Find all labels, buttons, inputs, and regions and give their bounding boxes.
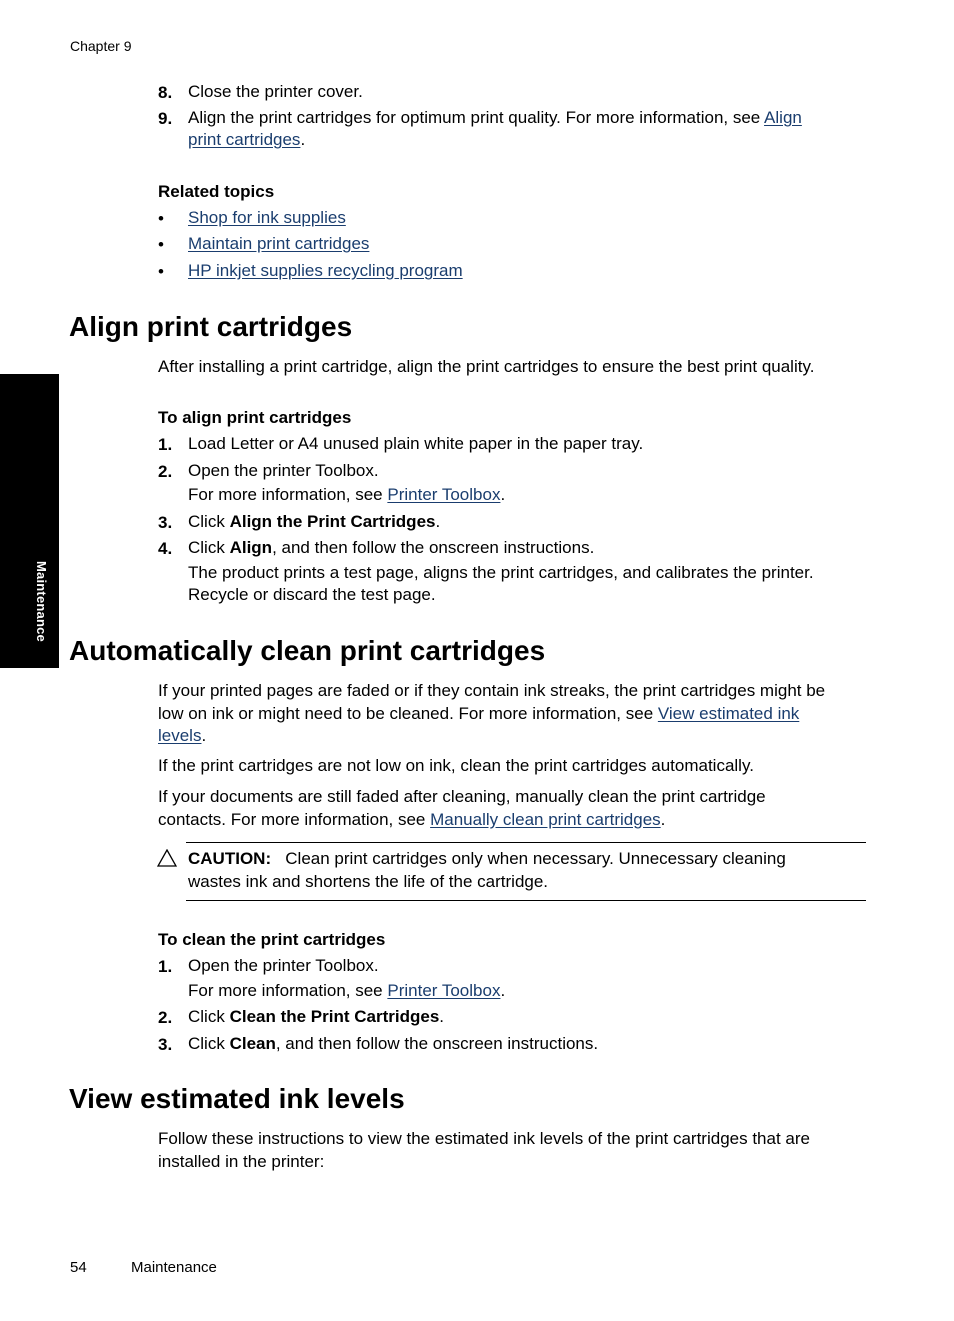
step-text: Open the printer Toolbox.: [188, 461, 379, 480]
step-number: 3.: [158, 513, 173, 532]
step-number: 9.: [158, 109, 173, 128]
more-info-prefix: For more information, see: [188, 981, 388, 1000]
bullet: •: [158, 262, 164, 281]
step-text: Align the print cartridges for optimum p…: [188, 107, 878, 151]
align-link[interactable]: Align: [764, 108, 802, 127]
punct: .: [300, 130, 306, 149]
text: installed in the printer:: [158, 1151, 325, 1171]
warning-triangle-icon: [157, 849, 177, 867]
step-note: The product prints a test page, aligns t…: [188, 563, 814, 582]
text: If your printed pages are faded or if th…: [158, 681, 826, 700]
step-text: Load Letter or A4 unused plain white pap…: [188, 434, 644, 453]
chapter-header: Chapter 9: [70, 38, 132, 54]
text: contacts. For more information, see: [158, 809, 431, 829]
related-link-shop[interactable]: Shop for ink supplies: [188, 207, 346, 229]
section-title-align: Align print cartridges: [69, 311, 353, 342]
related-topics-heading: Related topics: [158, 182, 275, 201]
section-title-autoclean: Automatically clean print cartridges: [69, 635, 546, 666]
punct: .: [500, 485, 506, 504]
autoclean-p1: If your printed pages are faded or if th…: [158, 680, 873, 748]
step-pre: Click: [188, 538, 230, 557]
printer-toolbox-link[interactable]: Printer Toolbox: [387, 485, 500, 504]
step-text: Open the printer Toolbox.: [188, 956, 379, 975]
caution-label: CAUTION:: [188, 849, 272, 868]
view-ink-levels-link[interactable]: View estimated ink: [658, 704, 799, 723]
step-number: 4.: [158, 539, 173, 558]
step-number: 2.: [158, 462, 173, 481]
caution-line1: CAUTION: Clean print cartridges only whe…: [188, 848, 786, 870]
step-post: .: [439, 1007, 445, 1026]
bullet: •: [158, 235, 164, 254]
clean-subheading: To clean the print cartridges: [158, 930, 386, 949]
step-pre: Click: [188, 512, 230, 531]
caution-top-rule: [186, 842, 866, 843]
page-number: 54: [70, 1259, 87, 1276]
text: If your documents are still faded after …: [158, 787, 766, 806]
step-text: Click Align, and then follow the onscree…: [188, 537, 594, 559]
footer-section: Maintenance: [131, 1259, 217, 1276]
side-tab-label: Maintenance: [34, 561, 49, 642]
step-number: 3.: [158, 1035, 173, 1054]
step-text: Click Align the Print Cartridges.: [188, 511, 440, 533]
ui-label: Clean the Print Cartridges: [229, 1007, 440, 1026]
ui-label: Clean: [229, 1034, 276, 1053]
step-post: , and then follow the onscreen instructi…: [275, 1034, 599, 1053]
bullet: •: [158, 209, 164, 228]
related-link-recycling[interactable]: HP inkjet supplies recycling program: [188, 260, 463, 282]
related-link-maintain[interactable]: Maintain print cartridges: [188, 233, 369, 255]
align-subheading: To align print cartridges: [158, 408, 352, 427]
step-post: , and then follow the onscreen instructi…: [272, 538, 595, 557]
step-post: .: [435, 512, 441, 531]
step-text: Click Clean the Print Cartridges.: [188, 1006, 444, 1028]
more-info-prefix: For more information, see: [188, 485, 388, 504]
ui-label: Align the Print Cartridges: [229, 512, 436, 531]
section-title-ink-levels: View estimated ink levels: [69, 1083, 405, 1114]
step-more-info: For more information, see Printer Toolbo…: [188, 484, 505, 506]
caution-bottom-rule: [186, 900, 866, 901]
autoclean-p2: If the print cartridges are not low on i…: [158, 756, 754, 775]
step-note: Recycle or discard the test page.: [188, 585, 436, 604]
section-side-tab: [0, 374, 59, 668]
caution-line2: wastes ink and shortens the life of the …: [188, 872, 549, 891]
punct: .: [660, 809, 666, 829]
ink-levels-intro: Follow these instructions to view the es…: [158, 1128, 873, 1173]
step-more-info: For more information, see Printer Toolbo…: [188, 980, 505, 1002]
text: low on ink or might need to be cleaned. …: [158, 703, 658, 723]
ui-label: Align: [229, 538, 273, 557]
punct: .: [500, 981, 506, 1000]
step-text: Click Clean, and then follow the onscree…: [188, 1033, 598, 1055]
step-number: 1.: [158, 957, 173, 976]
autoclean-p3: If your documents are still faded after …: [158, 786, 873, 831]
align-intro: After installing a print cartridge, alig…: [158, 357, 815, 376]
manual-clean-link[interactable]: Manually clean print cartridges: [430, 810, 661, 829]
step-pre: Click: [188, 1034, 230, 1053]
step-number: 8.: [158, 83, 173, 102]
text: Follow these instructions to view the es…: [158, 1129, 810, 1148]
punct: .: [201, 726, 207, 745]
step-number: 2.: [158, 1008, 173, 1027]
step-pre: Click: [188, 1007, 230, 1026]
caution-text: Clean print cartridges only when necessa…: [285, 849, 786, 868]
step-text-body: Align the print cartridges for optimum p…: [188, 108, 765, 127]
printer-toolbox-link[interactable]: Printer Toolbox: [387, 981, 500, 1000]
step-text: Close the printer cover.: [188, 82, 363, 101]
step-number: 1.: [158, 435, 173, 454]
view-ink-levels-link-cont[interactable]: levels: [158, 726, 201, 745]
align-link-cont[interactable]: print cartridges: [188, 130, 300, 149]
